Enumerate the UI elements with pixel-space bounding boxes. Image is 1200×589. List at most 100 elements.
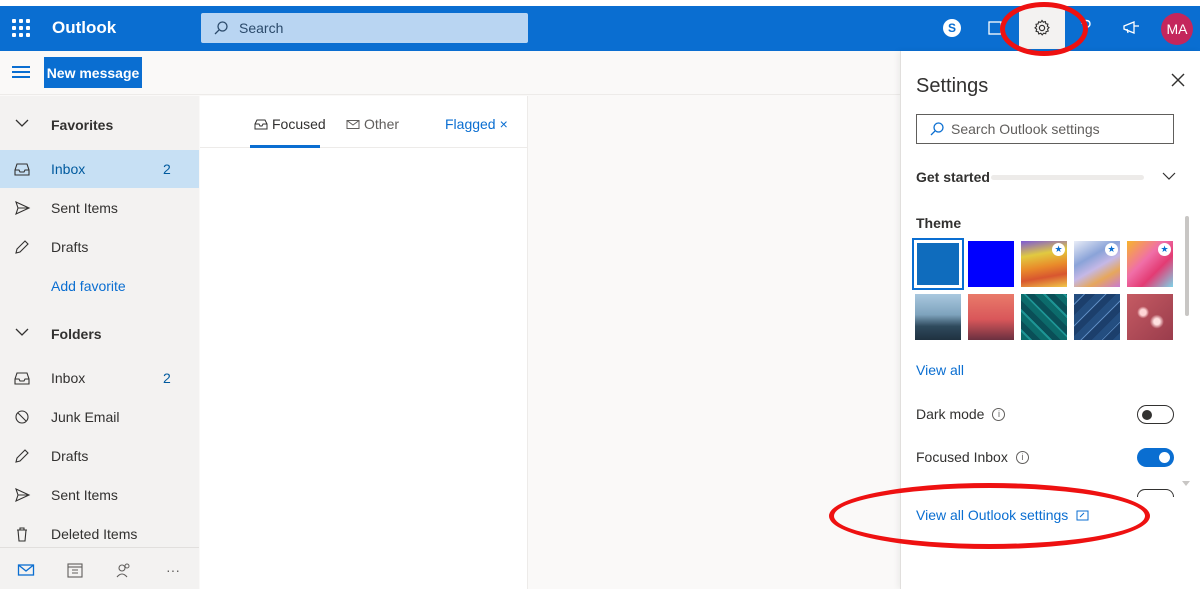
sidebar-item-label: Junk Email (51, 409, 120, 425)
tab-flagged-label: Flagged (445, 116, 496, 132)
search-placeholder: Search (239, 20, 284, 36)
theme-swatch-lights[interactable] (1127, 294, 1173, 340)
sidebar-item-sent[interactable]: Sent Items (0, 476, 199, 514)
chevron-down-icon (15, 328, 29, 336)
close-icon[interactable]: × (500, 116, 508, 132)
sidebar-item-label: Inbox (51, 370, 86, 386)
mail-icon (17, 564, 35, 576)
calendar-icon (67, 563, 83, 578)
theme-label: Theme (916, 215, 962, 231)
theme-swatch-circuit[interactable] (1021, 294, 1067, 340)
avatar[interactable]: MA (1161, 13, 1193, 45)
sidebar-item-label: Drafts (51, 239, 89, 255)
search-box[interactable]: Search (201, 13, 528, 43)
theme-swatch-unicorn[interactable]: ★ (1127, 241, 1173, 287)
theme-swatch-deep-blue[interactable] (968, 241, 1014, 287)
view-all-themes-link[interactable]: View all (916, 362, 964, 378)
sidebar-item-favorite-sent[interactable]: Sent Items (0, 189, 199, 227)
settings-title: Settings (916, 75, 989, 97)
view-all-outlook-settings-link[interactable]: View all Outlook settings (916, 507, 1089, 523)
whats-new-button[interactable] (1118, 14, 1146, 42)
mail-icon (346, 119, 360, 129)
message-list: Focused Other Flagged × (200, 96, 528, 589)
add-favorite-link[interactable]: Add favorite (0, 267, 199, 305)
active-tab-indicator (250, 145, 320, 148)
blocked-icon (15, 410, 29, 424)
theme-swatch-mountain[interactable] (915, 294, 961, 340)
close-icon[interactable] (1169, 71, 1187, 89)
skype-button[interactable]: S (938, 14, 966, 42)
theme-grid: ★ ★ ★ (912, 238, 1173, 340)
get-started-progress (991, 175, 1144, 180)
settings-button[interactable] (1019, 7, 1065, 49)
settings-search-placeholder: Search Outlook settings (951, 121, 1100, 137)
dark-mode-toggle[interactable] (1137, 404, 1174, 424)
focused-inbox-label: Focused Inbox (916, 449, 1008, 465)
unread-count: 2 (163, 161, 171, 177)
tab-focused[interactable]: Focused (254, 116, 326, 132)
sidebar-item-junk[interactable]: Junk Email (0, 398, 199, 436)
tab-other[interactable]: Other (346, 116, 399, 132)
top-strip (0, 0, 1200, 6)
top-bar: Outlook Search S MA (0, 0, 1200, 51)
folders-header[interactable]: Folders (0, 315, 199, 353)
info-icon[interactable]: i (1015, 450, 1029, 464)
sidebar-item-favorite-inbox[interactable]: Inbox 2 (0, 150, 199, 188)
my-day-button[interactable] (982, 14, 1010, 42)
favorites-header[interactable]: Favorites (0, 106, 199, 144)
theme-swatch-palms[interactable] (968, 294, 1014, 340)
settings-panel: Settings Search Outlook settings Get sta… (900, 51, 1200, 589)
reading-pane (529, 96, 900, 589)
get-started-label[interactable]: Get started (916, 169, 990, 185)
dark-mode-row: Dark mode i (916, 402, 1174, 426)
focused-inbox-toggle[interactable] (1137, 447, 1174, 467)
tab-other-label: Other (364, 116, 400, 132)
scrollbar[interactable] (1185, 216, 1189, 316)
search-icon (930, 122, 944, 136)
sidebar-item-label: Inbox (51, 161, 86, 177)
chevron-down-icon[interactable] (1161, 171, 1177, 181)
theme-swatch-ribbon[interactable]: ★ (1074, 241, 1120, 287)
hamburger-menu-icon[interactable] (12, 66, 30, 78)
pencil-icon (15, 240, 29, 254)
sidebar-item-inbox[interactable]: Inbox 2 (0, 359, 199, 397)
sidebar-item-label: Sent Items (51, 200, 118, 216)
people-icon (116, 563, 130, 578)
unread-count: 2 (163, 370, 171, 386)
sidebar-item-label: Deleted Items (51, 526, 138, 542)
more-apps-button[interactable]: ··· (163, 562, 183, 578)
partial-toggle[interactable] (1137, 489, 1174, 497)
settings-search-input[interactable]: Search Outlook settings (916, 114, 1174, 144)
tab-flagged[interactable]: Flagged × (445, 116, 508, 132)
chevron-down-icon (15, 119, 29, 127)
info-icon[interactable]: i (992, 407, 1006, 421)
sidebar-item-favorite-drafts[interactable]: Drafts (0, 228, 199, 266)
premium-star-icon: ★ (1158, 243, 1171, 256)
scroll-down-arrow[interactable] (1182, 481, 1190, 486)
calendar-module-button[interactable] (65, 562, 85, 578)
focused-inbox-row: Focused Inbox i (916, 445, 1174, 469)
theme-swatch-blue[interactable] (912, 238, 964, 290)
theme-swatch-blueprint[interactable] (1074, 294, 1120, 340)
mail-module-button[interactable] (16, 562, 36, 578)
sidebar-item-drafts[interactable]: Drafts (0, 437, 199, 475)
sidebar-item-label: Drafts (51, 448, 89, 464)
inbox-icon (14, 163, 30, 176)
help-button[interactable] (1072, 14, 1100, 42)
app-name[interactable]: Outlook (52, 18, 116, 38)
people-module-button[interactable] (114, 562, 134, 578)
theme-swatch-rainbow[interactable]: ★ (1021, 241, 1067, 287)
premium-star-icon: ★ (1105, 243, 1118, 256)
premium-star-icon: ★ (1052, 243, 1065, 256)
new-message-button[interactable]: New message (44, 57, 142, 88)
sidebar-item-label: Sent Items (51, 487, 118, 503)
send-icon (15, 200, 31, 216)
view-all-settings-label: View all Outlook settings (916, 507, 1069, 523)
open-settings-icon (1076, 510, 1089, 520)
send-icon (15, 487, 31, 503)
my-day-icon (988, 21, 1005, 35)
pencil-icon (15, 449, 29, 463)
tab-focused-label: Focused (272, 116, 326, 132)
dark-mode-label: Dark mode (916, 406, 985, 422)
app-launcher-icon[interactable] (10, 17, 32, 39)
